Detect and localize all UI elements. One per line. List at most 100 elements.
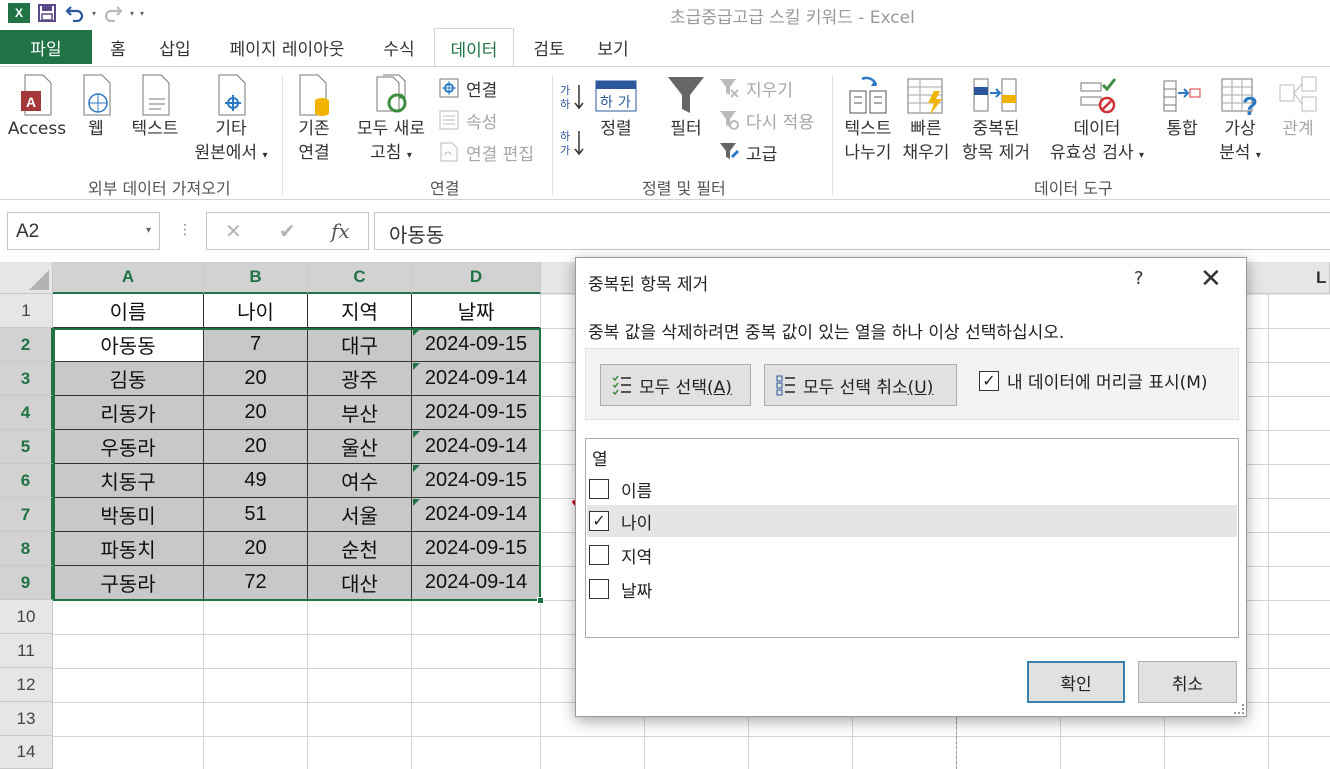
excel-window: X ▾ ▾ ▾ 초급중급고급 스킬 키워드 - Excel 파일 홈 삽입 페이… [0,0,1330,769]
refresh-label-1: 모두 새로 [357,119,425,139]
relationships-icon [1279,76,1317,112]
flash-fill-button[interactable]: 빠른 채우기 [898,73,954,165]
row-header[interactable]: 2 [0,328,53,362]
existing-connections-icon [299,74,329,116]
column-checkbox[interactable] [589,579,609,599]
tab-view[interactable]: 보기 [588,28,638,66]
refresh-all-icon [376,74,407,113]
group-label-connections: 연결 [430,179,460,198]
column-checkbox-item[interactable]: 지역 [587,539,1237,571]
formula-bar: A2 ▾ ⋮ ✕ ✔ fx 아동동 [0,200,1330,260]
save-icon[interactable] [36,2,58,24]
column-header-b[interactable]: B [204,262,308,294]
tab-home[interactable]: 홈 [100,28,136,66]
row-header[interactable]: 13 [0,702,53,736]
cancel-entry-icon[interactable]: ✕ [225,219,242,243]
undo-icon[interactable] [64,2,86,24]
clear-filter-button[interactable]: 지우기 [718,73,793,103]
formula-bar-grip-icon[interactable]: ⋮ [178,222,192,238]
row-header[interactable]: 10 [0,600,53,634]
column-checkbox[interactable]: ✓ [589,511,609,531]
filter-funnel-icon [668,77,704,113]
refresh-all-button[interactable]: 모두 새로 고침 ▾ [348,73,434,168]
column-checkbox[interactable] [589,479,609,499]
row-header[interactable]: 1 [0,294,53,328]
text-to-columns-button[interactable]: 텍스트 나누기 [838,73,898,165]
redo-icon[interactable] [102,2,124,24]
row-header[interactable]: 11 [0,634,53,668]
insert-function-icon[interactable]: fx [331,219,350,243]
headers-checkbox-box[interactable]: ✓ [979,370,999,391]
access-button[interactable]: A Access [6,73,68,141]
column-header-a[interactable]: A [53,262,204,294]
advanced-filter-button[interactable]: 고급 [718,137,777,167]
fill-handle[interactable] [537,597,544,604]
column-checkbox[interactable] [589,545,609,565]
formula-input[interactable]: 아동동 [374,212,1330,250]
row-header[interactable]: 5 [0,430,53,464]
tab-review[interactable]: 검토 [524,28,574,66]
access-label: Access [7,119,67,139]
existing-connections-button[interactable]: 기존 연결 [288,73,340,165]
relationships-button[interactable]: 관계 [1270,73,1326,141]
sort-descending-button[interactable]: 하가 [560,127,584,157]
text-button[interactable]: 텍스트 [124,73,186,141]
tab-page-layout[interactable]: 페이지 레이아웃 [214,28,360,66]
column-header-l[interactable]: L [1316,268,1326,288]
ok-button[interactable]: 확인 [1027,661,1125,703]
row-header[interactable]: 8 [0,532,53,566]
column-header-d[interactable]: D [412,262,541,294]
row-header[interactable]: 14 [0,736,53,769]
reapply-filter-icon [720,111,739,130]
enter-entry-icon[interactable]: ✔ [279,219,296,243]
existing-label-2: 연결 [298,143,330,163]
filter-button[interactable]: 필터 [660,73,712,141]
remove-duplicates-button[interactable]: 중복된 항목 제거 [954,73,1038,165]
headers-checkbox[interactable]: ✓ 내 데이터에 머리글 표시(M) [979,368,1208,393]
what-if-analysis-button[interactable]: ? 가상 분석 ▾ [1212,73,1268,168]
dialog-button-row: 모두 선택(A) 모두 선택 취소(U) ✓ 내 데이터에 머리글 표시(M) [585,348,1239,420]
resize-grip-icon[interactable] [1234,704,1244,714]
other-sources-button[interactable]: 기타 원본에서 ▾ [186,73,276,168]
tab-data[interactable]: 데이터 [434,28,514,68]
customize-qat-icon[interactable]: ▾ [140,9,144,18]
connections-button[interactable]: 연결 [438,73,497,103]
undo-dropdown-icon[interactable]: ▾ [92,9,96,18]
consolidate-icon [1163,80,1201,112]
column-checkbox-item[interactable]: ✓ 나이 [587,505,1237,537]
sort-button[interactable]: 하가 정렬 [590,73,642,141]
help-icon[interactable]: ? [1134,268,1144,289]
consolidate-button[interactable]: 통합 [1154,73,1210,141]
row-header[interactable]: 12 [0,668,53,702]
row-header[interactable]: 4 [0,396,53,430]
tab-insert[interactable]: 삽입 [150,28,200,66]
sort-ascending-button[interactable]: 가하 [560,81,584,111]
close-icon[interactable]: ✕ [1200,264,1222,294]
row-header[interactable]: 3 [0,362,53,396]
tab-formulas[interactable]: 수식 [374,28,424,66]
select-all-label: 모두 선택(A) [639,377,732,398]
name-box-dropdown-icon[interactable]: ▾ [146,225,151,236]
column-header-c[interactable]: C [308,262,412,294]
edit-links-button[interactable]: 연결 편집 [438,137,534,167]
select-all-corner[interactable] [0,262,53,294]
properties-button[interactable]: 속성 [438,105,497,135]
ribbon-tabs: 파일 홈 삽입 페이지 레이아웃 수식 데이터 검토 보기 [0,28,1330,68]
web-label: 웹 [88,119,104,139]
redo-dropdown-icon[interactable]: ▾ [130,9,134,18]
row-header[interactable]: 6 [0,464,53,498]
tab-file[interactable]: 파일 [0,30,92,64]
row-header[interactable]: 7 [0,498,53,532]
name-box-value: A2 [16,221,40,242]
cancel-button[interactable]: 취소 [1138,661,1237,703]
web-button[interactable]: 웹 [74,73,118,141]
connections-label: 연결 [466,80,498,101]
row-header[interactable]: 9 [0,566,53,600]
column-checkbox-item[interactable]: 날짜 [587,573,1237,605]
data-validation-button[interactable]: 데이터 유효성 검사 ▾ [1040,73,1154,168]
reapply-filter-button[interactable]: 다시 적용 [718,105,814,135]
column-checkbox-item[interactable]: 이름 [587,473,1237,505]
select-all-button[interactable]: 모두 선택(A) [600,364,751,406]
name-box[interactable]: A2 ▾ [7,212,160,250]
unselect-all-button[interactable]: 모두 선택 취소(U) [764,364,957,406]
